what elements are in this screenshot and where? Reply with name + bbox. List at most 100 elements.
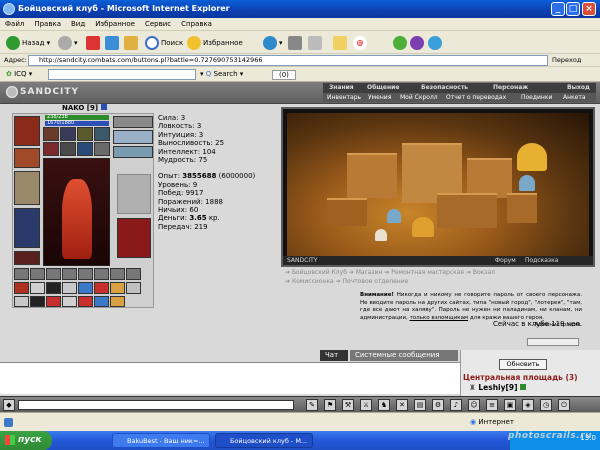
info-icon[interactable]	[100, 104, 107, 110]
belt-item-1[interactable]	[14, 282, 29, 294]
nav-communication[interactable]: Общение	[367, 83, 399, 93]
link-commission[interactable]: Комиссионка	[292, 278, 334, 285]
bag-slot-7[interactable]	[110, 268, 125, 280]
scroll-slot-4[interactable]	[94, 142, 110, 156]
belt-slot[interactable]	[14, 251, 40, 265]
favorites-button[interactable]: Избранное	[187, 35, 243, 51]
bag-slot-6[interactable]	[94, 268, 109, 280]
golden-dome[interactable]	[517, 143, 547, 171]
subnav-scroll[interactable]: Мой Скролл	[400, 93, 438, 102]
ring-slot-3[interactable]	[77, 127, 93, 141]
necklace-slot[interactable]	[113, 130, 153, 144]
bag-slot-4[interactable]	[62, 268, 77, 280]
icq-button[interactable]	[393, 35, 409, 51]
bag-slot-3[interactable]	[46, 268, 61, 280]
yahoo-button[interactable]	[410, 35, 426, 51]
chat-area[interactable]	[0, 362, 460, 394]
city-building[interactable]	[327, 198, 367, 226]
character-name[interactable]: NAKO [9]	[62, 104, 107, 112]
belt-item-3[interactable]	[46, 282, 61, 294]
player-entry[interactable]: ♜ Leshiy[9]	[469, 383, 527, 392]
belt-item-7[interactable]	[110, 282, 125, 294]
forward-button[interactable]: ▾	[58, 35, 78, 51]
icq-search-input[interactable]	[48, 69, 196, 80]
helmet-slot[interactable]	[14, 116, 40, 146]
belt-item-10[interactable]	[30, 296, 45, 307]
weapon-slot[interactable]	[14, 171, 40, 205]
amulet-slot[interactable]	[14, 148, 40, 168]
ring-slot-4[interactable]	[94, 127, 110, 141]
chat-mode-icon[interactable]: ◆	[3, 399, 15, 411]
menu-edit[interactable]: Правка	[29, 18, 66, 30]
scroll-slot-3[interactable]	[77, 142, 93, 156]
icq-search-button[interactable]: ▾ Q Search ▾	[200, 70, 243, 78]
edit-button[interactable]	[308, 35, 324, 51]
city-building[interactable]	[347, 153, 397, 198]
city-building[interactable]	[507, 193, 537, 223]
subnav-profile[interactable]: Анкета	[563, 93, 586, 102]
menu-tools[interactable]: Сервис	[140, 18, 176, 30]
blue-dome[interactable]	[519, 175, 535, 191]
messenger-button[interactable]: @	[353, 35, 369, 51]
discuss-button[interactable]	[333, 35, 349, 51]
belt-item-12[interactable]	[62, 296, 77, 307]
ring-slot-2[interactable]	[60, 127, 76, 141]
menu-view[interactable]: Вид	[66, 18, 90, 30]
tool-icon[interactable]: ⚒	[342, 399, 354, 411]
subnav-skills[interactable]: Умения	[368, 93, 391, 102]
chat-input[interactable]	[18, 400, 294, 410]
golden-dome[interactable]	[412, 217, 434, 237]
refresh-button[interactable]	[105, 35, 121, 51]
start-button[interactable]: пуск	[0, 431, 52, 450]
city-building[interactable]	[467, 158, 512, 198]
nav-character[interactable]: Персонаж	[493, 83, 528, 93]
walk-icon[interactable]: ♞	[378, 399, 390, 411]
icq-counter[interactable]: (0)	[272, 70, 296, 80]
nav-exit[interactable]: Выход	[567, 83, 590, 93]
belt-item-2[interactable]	[30, 282, 45, 294]
bag-slot-5[interactable]	[78, 268, 93, 280]
belt-item-4[interactable]	[62, 282, 77, 294]
people-icon[interactable]: ☺	[468, 399, 480, 411]
book-icon[interactable]: ▤	[414, 399, 426, 411]
clock-icon[interactable]: ◷	[540, 399, 552, 411]
link-fight-club[interactable]: Бойцовский Клуб	[292, 269, 347, 276]
forum-link[interactable]: Форум	[495, 256, 516, 265]
help-link[interactable]: Подсказка	[525, 256, 558, 265]
nav-security[interactable]: Безопасность	[421, 83, 468, 93]
subnav-transfers[interactable]: Отчет о переводах	[446, 93, 506, 102]
pants-slot[interactable]	[117, 218, 151, 258]
stop-button[interactable]	[86, 35, 102, 51]
msn-button[interactable]	[428, 35, 444, 51]
info-icon[interactable]	[520, 384, 527, 390]
minimize-button[interactable]: _	[551, 2, 565, 16]
scroll-slot-2[interactable]	[60, 142, 76, 156]
ring-slot-1[interactable]	[43, 127, 59, 141]
close-button[interactable]: ×	[582, 2, 596, 16]
fight-icon[interactable]: ⚔	[360, 399, 372, 411]
armor-slot[interactable]	[14, 208, 40, 248]
sound-icon[interactable]: ♪	[450, 399, 462, 411]
link-station[interactable]: Вокзал	[473, 269, 495, 276]
map-icon[interactable]: ◈	[522, 399, 534, 411]
belt-item-13[interactable]	[78, 296, 93, 307]
city-building[interactable]	[437, 193, 497, 228]
sandcity-image[interactable]	[287, 113, 589, 257]
filter-icon[interactable]: ⚑	[324, 399, 336, 411]
maximize-button[interactable]: □	[566, 2, 580, 16]
search-button[interactable]: Поиск	[145, 35, 183, 51]
menu-file[interactable]: Файл	[0, 18, 29, 30]
task-bakubest[interactable]: BakuBest - Ваш ник=...	[112, 433, 210, 448]
belt-item-11[interactable]	[46, 296, 61, 307]
smile-icon[interactable]: ✎	[306, 399, 318, 411]
belt-item-6[interactable]	[94, 282, 109, 294]
bag-icon[interactable]: ▣	[504, 399, 516, 411]
belt-item-8[interactable]	[126, 282, 141, 294]
go-button[interactable]: Переход	[552, 56, 581, 64]
clear-icon[interactable]: ✕	[396, 399, 408, 411]
print-button[interactable]	[288, 35, 304, 51]
blue-dome[interactable]	[387, 209, 401, 223]
gloves-slot[interactable]	[113, 146, 153, 158]
scroll-slot-1[interactable]	[43, 142, 59, 156]
settings-icon[interactable]: ⚙	[432, 399, 444, 411]
